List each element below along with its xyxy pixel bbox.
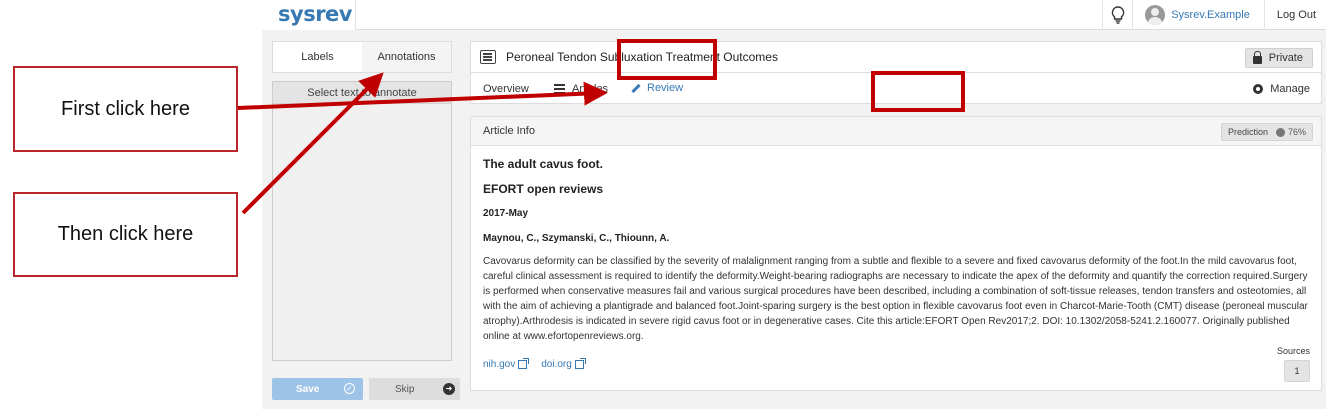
prediction-badge: Prediction 76% xyxy=(1220,123,1313,141)
lightbulb-icon xyxy=(1111,6,1124,24)
pencil-icon xyxy=(631,83,641,93)
arrow-right-icon: ➜ xyxy=(443,383,455,395)
article-date: 2017-May xyxy=(483,208,529,219)
avatar-icon xyxy=(1145,5,1166,25)
article-authors: Maynou, C., Szymanski, C., Thiounn, A. xyxy=(483,233,670,244)
first-click-text: First click here xyxy=(61,97,190,120)
project-header: Peroneal Tendon Subluxation Treatment Ou… xyxy=(470,41,1322,73)
project-list-icon xyxy=(480,50,496,64)
sources-count[interactable]: 1 xyxy=(1284,360,1310,382)
skip-button[interactable]: Skip ➜ xyxy=(369,378,460,400)
first-click-callout: First click here xyxy=(13,66,238,152)
nav-articles-label: Articles xyxy=(572,82,609,95)
top-bar: sysrev Sysrev.Example Log Out xyxy=(262,0,1326,30)
top-bar-right: Sysrev.Example Log Out xyxy=(1102,0,1326,30)
nih-link-label: nih.gov xyxy=(483,359,516,370)
user-menu[interactable]: Sysrev.Example xyxy=(1132,0,1264,30)
check-icon: ✓ xyxy=(344,383,355,394)
tab-annotations[interactable]: Annotations xyxy=(362,42,451,72)
private-label: Private xyxy=(1268,52,1303,64)
lightbulb-button[interactable] xyxy=(1102,0,1132,30)
tab-labels[interactable]: Labels xyxy=(273,42,362,72)
sources-label: Sources xyxy=(1276,346,1310,356)
prediction-label: Prediction xyxy=(1227,127,1268,137)
app-window: sysrev Sysrev.Example Log Out Labels Ann… xyxy=(262,0,1326,409)
annotate-hint: Select text to annotate xyxy=(273,82,451,104)
skip-label: Skip xyxy=(395,383,415,395)
external-link-icon xyxy=(518,358,530,369)
then-click-callout: Then click here xyxy=(13,192,238,277)
page: First click here Then click here sysrev … xyxy=(0,0,1326,409)
nih-link[interactable]: nih.gov xyxy=(483,358,530,370)
article-info-card: Article Info Prediction 76% The adult ca… xyxy=(470,116,1322,391)
article-links: nih.gov doi.org xyxy=(483,358,598,370)
annotation-panel: Select text to annotate xyxy=(272,81,452,361)
doi-link[interactable]: doi.org xyxy=(541,358,586,370)
left-panel-tabs: Labels Annotations xyxy=(272,41,452,73)
prediction-percent: 76% xyxy=(1287,127,1306,137)
logout-link[interactable]: Log Out xyxy=(1263,0,1326,30)
then-click-text: Then click here xyxy=(57,223,194,245)
list-icon xyxy=(554,84,565,94)
review-tab-highlight xyxy=(871,71,965,112)
annotations-tab-highlight xyxy=(617,39,717,80)
save-button[interactable]: Save ✓ xyxy=(272,378,363,400)
article-abstract[interactable]: Cavovarus deformity can be classified by… xyxy=(483,254,1313,344)
sysrev-logo[interactable]: sysrev xyxy=(262,0,356,30)
nav-manage-label: Manage xyxy=(1270,82,1310,95)
external-link-icon xyxy=(574,358,586,369)
nav-overview[interactable]: Overview xyxy=(483,73,529,104)
nav-articles[interactable]: Articles xyxy=(554,73,608,104)
nav-review-label: Review xyxy=(647,82,684,94)
user-name: Sysrev.Example xyxy=(1171,9,1250,21)
article-info-title: Article Info xyxy=(483,125,535,137)
save-label: Save xyxy=(296,383,320,395)
article-title: The adult cavus foot. xyxy=(483,157,604,171)
nav-manage[interactable]: Manage xyxy=(1253,73,1310,104)
doi-link-label: doi.org xyxy=(541,359,572,370)
prediction-value: 76% xyxy=(1275,127,1306,137)
plus-circle-icon xyxy=(1275,127,1285,137)
lock-icon xyxy=(1252,50,1262,64)
article-info-header: Article Info Prediction 76% xyxy=(471,117,1321,146)
article-journal: EFORT open reviews xyxy=(483,182,604,196)
private-button[interactable]: Private xyxy=(1244,48,1313,68)
gear-icon xyxy=(1253,83,1264,94)
